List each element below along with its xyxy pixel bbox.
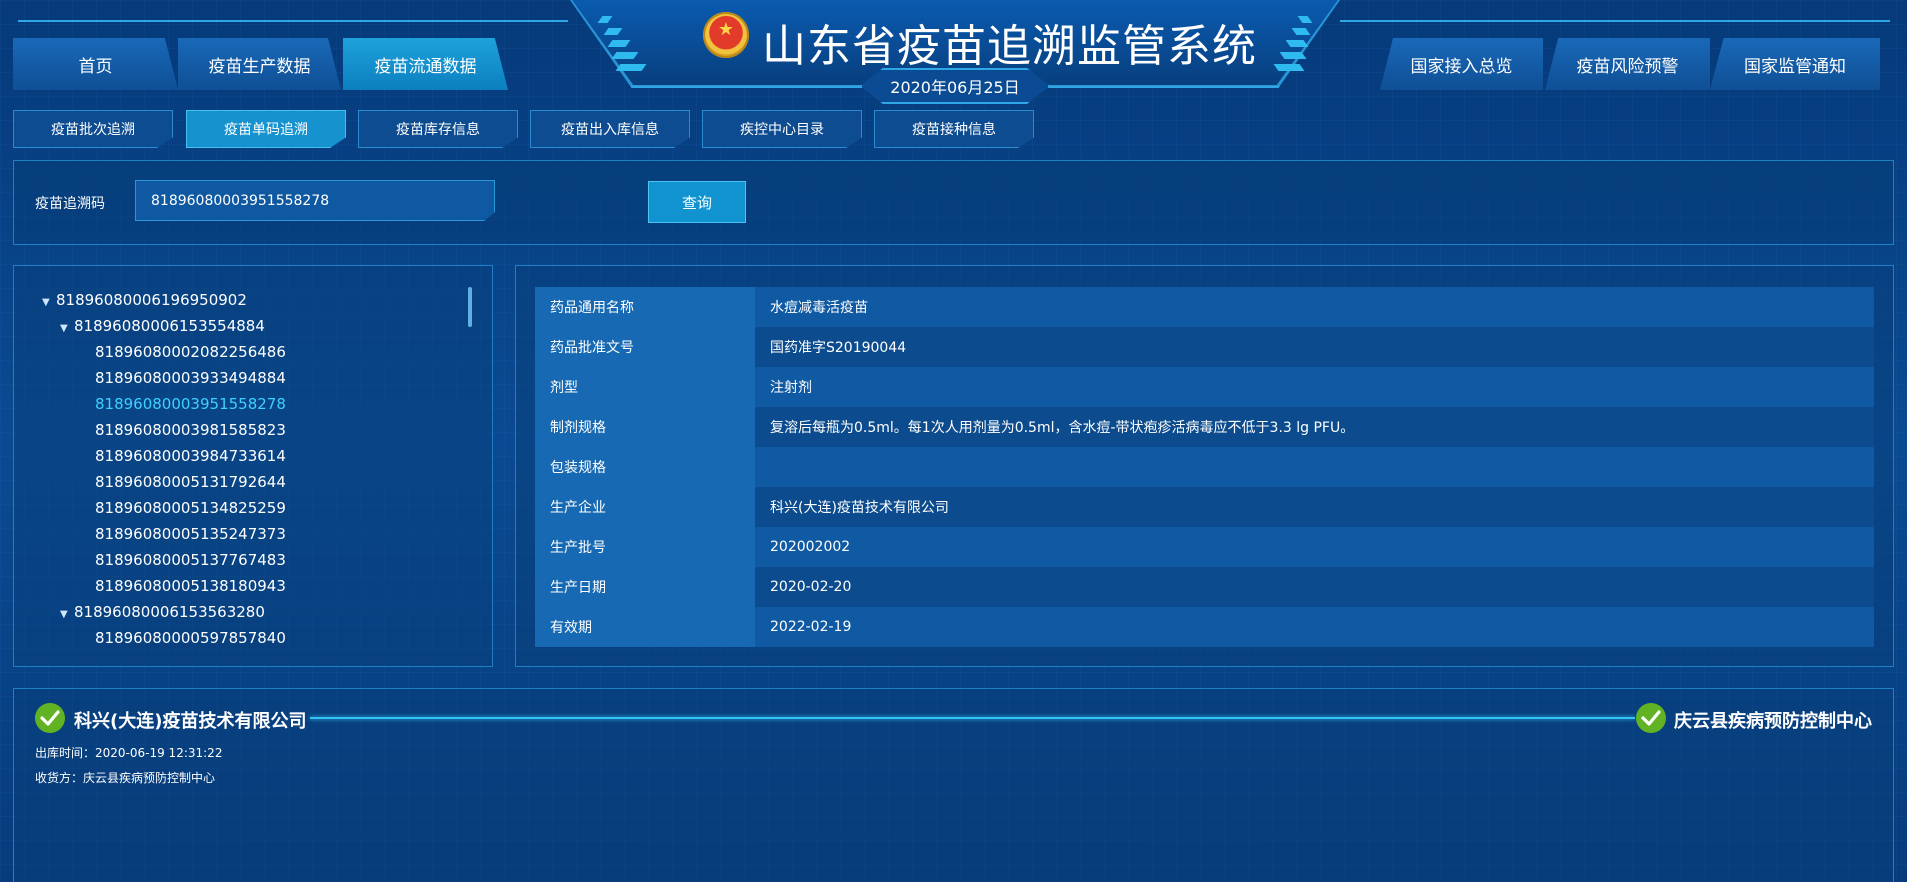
detail-key: 生产批号 [535, 527, 755, 567]
tree-leaf[interactable]: 81896080005135247373 [95, 521, 286, 547]
detail-key: 剂型 [535, 367, 755, 407]
caret-down-icon[interactable]: ▼ [60, 316, 74, 342]
subtab-batch-trace[interactable]: 疫苗批次追溯 [13, 110, 173, 148]
tree-leaf[interactable]: 81896080005131792644 [95, 469, 286, 495]
tree-leaf[interactable]: 81896080000597857840 [95, 625, 286, 651]
detail-row: 制剂规格 复溶后每瓶为0.5ml。每1次人用剂量为0.5ml，含水痘-带状疱疹活… [535, 407, 1874, 447]
detail-value: 注射剂 [755, 367, 1874, 407]
header-stripes-left [597, 16, 647, 78]
tree-leaf[interactable]: 81896080003981585823 [95, 417, 286, 443]
tree-node-label: 81896080006153563280 [74, 603, 265, 621]
tree-leaf-selected[interactable]: 81896080003951558278 [95, 391, 286, 417]
tree-leaf[interactable]: 81896080005137767483 [95, 547, 286, 573]
tree-leaf[interactable]: 81896080002082256486 [95, 339, 286, 365]
trace-code-input[interactable] [135, 180, 495, 221]
detail-row: 生产日期 2020-02-20 [535, 567, 1874, 607]
detail-row: 生产批号 202002002 [535, 527, 1874, 567]
detail-row: 药品通用名称 水痘减毒活疫苗 [535, 287, 1874, 327]
detail-value: 202002002 [755, 527, 1874, 567]
detail-key: 生产日期 [535, 567, 755, 607]
detail-row: 生产企业 科兴(大连)疫苗技术有限公司 [535, 487, 1874, 527]
nav-tab-production[interactable]: 疫苗生产数据 [178, 38, 341, 90]
detail-value: 水痘减毒活疫苗 [755, 287, 1874, 327]
tree-node-root[interactable]: ▼ 81896080006196950902 [42, 287, 247, 313]
detail-row: 剂型 注射剂 [535, 367, 1874, 407]
caret-down-icon[interactable]: ▼ [42, 290, 56, 316]
header-deco-line-right [1340, 20, 1890, 22]
nav-tab-home[interactable]: 首页 [13, 38, 178, 90]
tree-node-label: 81896080006196950902 [56, 291, 247, 309]
nav-tab-risk-warning[interactable]: 疫苗风险预警 [1545, 38, 1710, 90]
detail-key: 生产企业 [535, 487, 755, 527]
tree-node-group[interactable]: ▼ 81896080006153563280 [60, 599, 265, 625]
national-emblem-icon [703, 12, 749, 58]
date-badge: 2020年06月25日 [860, 68, 1050, 104]
search-label: 疫苗追溯码 [35, 196, 105, 212]
tree-leaf[interactable]: 81896080003984733614 [95, 443, 286, 469]
flow-connector-line [310, 717, 1635, 719]
subtab-cdc-directory[interactable]: 疾控中心目录 [702, 110, 862, 148]
detail-value: 复溶后每瓶为0.5ml。每1次人用剂量为0.5ml，含水痘-带状疱疹活病毒应不低… [755, 407, 1874, 447]
detail-value [755, 447, 1874, 487]
detail-value: 科兴(大连)疫苗技术有限公司 [755, 487, 1874, 527]
detail-value: 国药准字S20190044 [755, 327, 1874, 367]
detail-value: 2022-02-19 [755, 607, 1874, 647]
nav-tab-national-notice[interactable]: 国家监管通知 [1710, 38, 1880, 90]
nav-tab-circulation[interactable]: 疫苗流通数据 [343, 38, 508, 90]
check-circle-icon [1636, 703, 1666, 733]
subtab-inventory[interactable]: 疫苗库存信息 [358, 110, 518, 148]
flow-out-time: 出库时间：2020-06-19 12:31:22 [35, 746, 223, 760]
query-button[interactable]: 查询 [648, 181, 746, 223]
detail-key: 包装规格 [535, 447, 755, 487]
caret-down-icon[interactable]: ▼ [60, 602, 74, 628]
flow-destination-name: 庆云县疾病预防控制中心 [1674, 711, 1872, 732]
page-title: 山东省疫苗追溯监管系统 [762, 21, 1257, 72]
detail-key: 药品批准文号 [535, 327, 755, 367]
scrollbar[interactable] [468, 287, 472, 327]
detail-row: 药品批准文号 国药准字S20190044 [535, 327, 1874, 367]
tree-leaf[interactable]: 81896080005134825259 [95, 495, 286, 521]
flow-source-name: 科兴(大连)疫苗技术有限公司 [74, 711, 307, 732]
nav-tab-national-overview[interactable]: 国家接入总览 [1380, 38, 1543, 90]
detail-row: 包装规格 [535, 447, 1874, 487]
header-stripes-right [1270, 16, 1313, 78]
check-circle-icon [35, 703, 65, 733]
tree-leaf[interactable]: 81896080003933494884 [95, 365, 286, 391]
tree-node-label: 81896080006153554884 [74, 317, 265, 335]
detail-key: 有效期 [535, 607, 755, 647]
header-deco-line-left [18, 20, 568, 22]
detail-key: 制剂规格 [535, 407, 755, 447]
tree-leaf[interactable]: 81896080005138180943 [95, 573, 286, 599]
subtab-single-code-trace[interactable]: 疫苗单码追溯 [186, 110, 346, 148]
detail-row: 有效期 2022-02-19 [535, 607, 1874, 647]
subtab-vaccination[interactable]: 疫苗接种信息 [874, 110, 1034, 148]
detail-key: 药品通用名称 [535, 287, 755, 327]
flow-receiver: 收货方：庆云县疾病预防控制中心 [35, 771, 216, 785]
tree-node-group[interactable]: ▼ 81896080006153554884 [60, 313, 265, 339]
subtab-in-out-stock[interactable]: 疫苗出入库信息 [530, 110, 690, 148]
detail-value: 2020-02-20 [755, 567, 1874, 607]
